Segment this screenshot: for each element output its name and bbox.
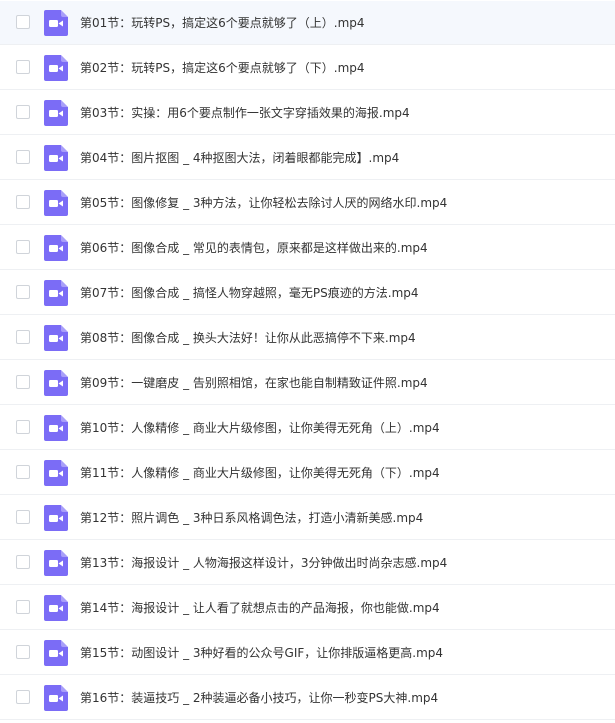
file-row[interactable]: 第04节：图片抠图 _ 4种抠图大法，闭着眼都能完成】.mp4 xyxy=(0,136,615,180)
file-name: 第01节：玩转PS，搞定这6个要点就够了（上）.mp4 xyxy=(80,16,365,30)
file-name: 第15节：动图设计 _ 3种好看的公众号GIF，让你排版逼格更高.mp4 xyxy=(80,646,444,660)
row-checkbox[interactable] xyxy=(16,420,30,434)
file-name: 第03节：实操：用6个要点制作一张文字穿插效果的海报.mp4 xyxy=(80,106,410,120)
file-row[interactable]: 第05节：图像修复 _ 3种方法，让你轻松去除讨人厌的网络水印.mp4 xyxy=(0,181,615,225)
video-file-icon xyxy=(44,640,68,666)
file-list: 第01节：玩转PS，搞定这6个要点就够了（上）.mp4 第02节：玩转PS，搞定… xyxy=(0,0,615,723)
file-name: 第05节：图像修复 _ 3种方法，让你轻松去除讨人厌的网络水印.mp4 xyxy=(80,196,448,210)
video-file-icon xyxy=(44,280,68,306)
video-file-icon xyxy=(44,370,68,396)
file-row[interactable]: 第14节：海报设计 _ 让人看了就想点击的产品海报，你也能做.mp4 xyxy=(0,586,615,630)
file-row[interactable]: 第15节：动图设计 _ 3种好看的公众号GIF，让你排版逼格更高.mp4 xyxy=(0,631,615,675)
file-row[interactable]: 第16节：装逼技巧 _ 2种装逼必备小技巧，让你一秒变PS大神.mp4 xyxy=(0,676,615,720)
file-row[interactable]: 第03节：实操：用6个要点制作一张文字穿插效果的海报.mp4 xyxy=(0,91,615,135)
video-file-icon xyxy=(44,190,68,216)
video-file-icon xyxy=(44,145,68,171)
row-checkbox[interactable] xyxy=(16,240,30,254)
video-file-icon xyxy=(44,595,68,621)
file-row[interactable]: 第08节：图像合成 _ 换头大法好！让你从此恶搞停不下来.mp4 xyxy=(0,316,615,360)
file-name: 第06节：图像合成 _ 常见的表情包，原来都是这样做出来的.mp4 xyxy=(80,241,428,255)
row-checkbox[interactable] xyxy=(16,15,30,29)
video-file-icon xyxy=(44,685,68,711)
row-checkbox[interactable] xyxy=(16,465,30,479)
row-checkbox[interactable] xyxy=(16,195,30,209)
row-checkbox[interactable] xyxy=(16,105,30,119)
row-checkbox[interactable] xyxy=(16,510,30,524)
row-checkbox[interactable] xyxy=(16,645,30,659)
file-row[interactable]: 第09节：一键磨皮 _ 告别照相馆，在家也能自制精致证件照.mp4 xyxy=(0,361,615,405)
row-checkbox[interactable] xyxy=(16,375,30,389)
video-file-icon xyxy=(44,100,68,126)
file-row[interactable]: 第06节：图像合成 _ 常见的表情包，原来都是这样做出来的.mp4 xyxy=(0,226,615,270)
row-checkbox[interactable] xyxy=(16,285,30,299)
row-checkbox[interactable] xyxy=(16,330,30,344)
row-checkbox[interactable] xyxy=(16,555,30,569)
file-name: 第07节：图像合成 _ 搞怪人物穿越照，毫无PS痕迹的方法.mp4 xyxy=(80,286,419,300)
video-file-icon xyxy=(44,325,68,351)
file-name: 第11节：人像精修 _ 商业大片级修图，让你美得无死角（下）.mp4 xyxy=(80,466,440,480)
file-row[interactable]: 第07节：图像合成 _ 搞怪人物穿越照，毫无PS痕迹的方法.mp4 xyxy=(0,271,615,315)
file-row[interactable]: 第01节：玩转PS，搞定这6个要点就够了（上）.mp4 xyxy=(0,1,615,45)
file-name: 第12节：照片调色 _ 3种日系风格调色法，打造小清新美感.mp4 xyxy=(80,511,424,525)
file-name: 第02节：玩转PS，搞定这6个要点就够了（下）.mp4 xyxy=(80,61,365,75)
row-checkbox[interactable] xyxy=(16,60,30,74)
file-name: 第10节：人像精修 _ 商业大片级修图，让你美得无死角（上）.mp4 xyxy=(80,421,440,435)
video-file-icon xyxy=(44,55,68,81)
video-file-icon xyxy=(44,235,68,261)
video-file-icon xyxy=(44,415,68,441)
file-name: 第13节：海报设计 _ 人物海报这样设计，3分钟做出时尚杂志感.mp4 xyxy=(80,556,448,570)
video-file-icon xyxy=(44,10,68,36)
file-row[interactable]: 第10节：人像精修 _ 商业大片级修图，让你美得无死角（上）.mp4 xyxy=(0,406,615,450)
file-row[interactable]: 第12节：照片调色 _ 3种日系风格调色法，打造小清新美感.mp4 xyxy=(0,496,615,540)
row-checkbox[interactable] xyxy=(16,690,30,704)
file-name: 第16节：装逼技巧 _ 2种装逼必备小技巧，让你一秒变PS大神.mp4 xyxy=(80,691,439,705)
row-checkbox[interactable] xyxy=(16,600,30,614)
row-checkbox[interactable] xyxy=(16,150,30,164)
file-row[interactable]: 第02节：玩转PS，搞定这6个要点就够了（下）.mp4 xyxy=(0,46,615,90)
file-name: 第04节：图片抠图 _ 4种抠图大法，闭着眼都能完成】.mp4 xyxy=(80,151,400,165)
file-name: 第14节：海报设计 _ 让人看了就想点击的产品海报，你也能做.mp4 xyxy=(80,601,440,615)
file-row[interactable]: 第11节：人像精修 _ 商业大片级修图，让你美得无死角（下）.mp4 xyxy=(0,451,615,495)
video-file-icon xyxy=(44,460,68,486)
video-file-icon xyxy=(44,550,68,576)
file-row[interactable]: 第13节：海报设计 _ 人物海报这样设计，3分钟做出时尚杂志感.mp4 xyxy=(0,541,615,585)
file-name: 第08节：图像合成 _ 换头大法好！让你从此恶搞停不下来.mp4 xyxy=(80,331,416,345)
file-name: 第09节：一键磨皮 _ 告别照相馆，在家也能自制精致证件照.mp4 xyxy=(80,376,428,390)
video-file-icon xyxy=(44,505,68,531)
